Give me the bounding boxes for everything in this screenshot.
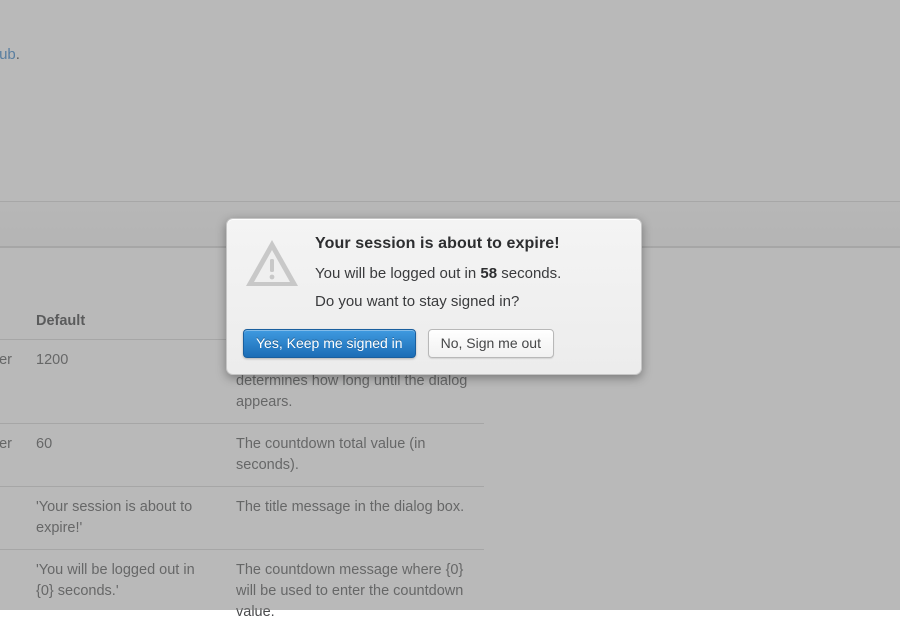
- warning-icon: [243, 235, 301, 289]
- dialog-title: Your session is about to expire!: [315, 235, 623, 253]
- session-timeout-dialog: Your session is about to expire! You wil…: [226, 218, 642, 375]
- sign-out-button[interactable]: No, Sign me out: [428, 329, 554, 359]
- countdown-seconds: 58: [480, 265, 497, 282]
- dialog-countdown-message: You will be logged out in 58 seconds.: [315, 263, 623, 285]
- dialog-question: Do you want to stay signed in?: [315, 291, 623, 313]
- keep-signed-in-button[interactable]: Yes, Keep me signed in: [243, 329, 416, 359]
